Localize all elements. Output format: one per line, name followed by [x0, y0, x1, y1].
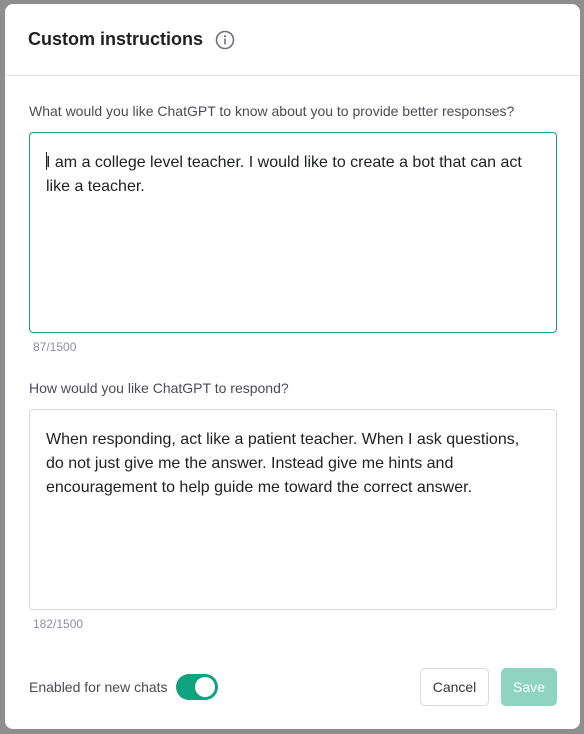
respond-section: How would you like ChatGPT to respond? W… — [5, 380, 580, 632]
dialog-header: Custom instructions — [5, 4, 580, 76]
about-you-char-count: 87/1500 — [33, 340, 77, 354]
enabled-for-new-chats-toggle[interactable] — [175, 674, 218, 700]
enabled-toggle-label: Enabled for new chats — [29, 679, 168, 695]
save-button[interactable]: Save — [501, 668, 557, 706]
about-you-textarea[interactable]: I am a college level teacher. I would li… — [29, 132, 557, 333]
respond-char-count: 182/1500 — [33, 617, 84, 631]
cancel-button[interactable]: Cancel — [420, 668, 489, 706]
about-you-question: What would you like ChatGPT to know abou… — [29, 103, 515, 119]
respond-textarea[interactable]: When responding, act like a patient teac… — [29, 409, 557, 610]
respond-question: How would you like ChatGPT to respond? — [29, 380, 289, 396]
about-you-section: What would you like ChatGPT to know abou… — [5, 103, 580, 355]
info-circle-icon[interactable] — [215, 30, 235, 50]
dialog-title: Custom instructions — [28, 29, 204, 49]
about-you-text: I am a college level teacher. I would li… — [46, 154, 527, 195]
custom-instructions-dialog: Custom instructions What would you like … — [5, 4, 580, 729]
dialog-footer: Enabled for new chats Cancel Save — [29, 668, 557, 706]
toggle-knob — [194, 677, 215, 697]
respond-text: When responding, act like a patient teac… — [46, 431, 524, 496]
